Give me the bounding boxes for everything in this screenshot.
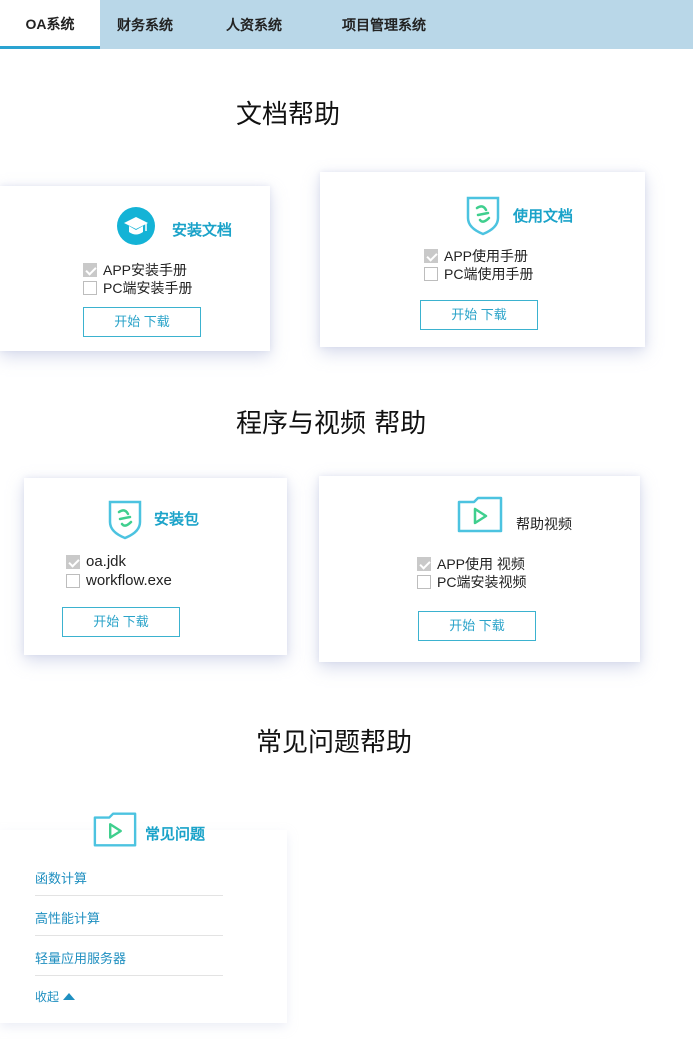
checkbox-checked[interactable] bbox=[66, 554, 80, 569]
option-app-user-manual[interactable]: APP使用手册 bbox=[424, 246, 528, 266]
usage-docs-title: 使用文档 bbox=[513, 208, 574, 225]
tab-finance[interactable]: 财务系统 bbox=[117, 0, 173, 49]
faq-title: 常见问题 bbox=[145, 826, 206, 843]
usage-docs-card: 使用文档 APP使用手册 PC端使用手册 开始 下载 bbox=[320, 172, 645, 347]
option-oa-jdk[interactable]: oa.jdk bbox=[66, 553, 126, 570]
option-label: oa.jdk bbox=[86, 553, 127, 570]
video-folder-icon bbox=[93, 812, 137, 847]
graduation-cap-icon bbox=[117, 207, 155, 245]
faq-item-function-compute[interactable]: 函数计算 bbox=[35, 868, 223, 887]
shield-logo-icon bbox=[108, 500, 142, 540]
faq-item-high-performance-compute[interactable]: 高性能计算 bbox=[35, 908, 223, 927]
checkbox[interactable] bbox=[424, 267, 438, 281]
option-pc-install-video[interactable]: PC端安装视频 bbox=[417, 572, 526, 592]
option-label: workflow.exe bbox=[86, 572, 172, 589]
divider bbox=[35, 895, 223, 896]
section-title-programs: 程序与视频 帮助 bbox=[236, 409, 427, 439]
install-docs-title: 安装文档 bbox=[172, 222, 233, 239]
option-label: PC端安装视频 bbox=[437, 574, 527, 590]
collapse-link[interactable]: 收起 bbox=[35, 988, 76, 1005]
tab-oa[interactable]: OA系统 bbox=[0, 0, 100, 49]
checkbox-checked[interactable] bbox=[83, 263, 97, 277]
section-title-faq: 常见问题帮助 bbox=[256, 728, 413, 758]
packages-title: 安装包 bbox=[154, 511, 200, 528]
start-download-button[interactable]: 开始 下载 bbox=[62, 607, 180, 637]
caret-up-icon bbox=[63, 993, 76, 1000]
divider bbox=[35, 935, 223, 936]
top-tab-bar: OA系统 财务系统 人资系统 项目管理系统 bbox=[0, 0, 693, 49]
collapse-label: 收起 bbox=[35, 990, 60, 1004]
option-label: APP使用 视频 bbox=[437, 556, 525, 572]
install-docs-card: 安装文档 APP安装手册 PC端安装手册 开始 下载 bbox=[0, 186, 270, 351]
shield-logo-icon bbox=[466, 196, 500, 236]
section-title-docs: 文档帮助 bbox=[236, 100, 341, 130]
checkbox-checked[interactable] bbox=[417, 557, 431, 571]
faq-item-lightweight-app-server[interactable]: 轻量应用服务器 bbox=[35, 948, 223, 967]
videos-card: 帮助视频 APP使用 视频 PC端安装视频 开始 下载 bbox=[319, 476, 640, 662]
packages-card: 安装包 oa.jdk workflow.exe 开始 下载 bbox=[24, 478, 287, 655]
option-label: APP使用手册 bbox=[444, 248, 529, 264]
video-folder-icon bbox=[457, 496, 503, 533]
option-workflow-exe[interactable]: workflow.exe bbox=[66, 572, 172, 589]
option-pc-install-manual[interactable]: PC端安装手册 bbox=[83, 278, 192, 298]
option-label: PC端使用手册 bbox=[444, 266, 534, 282]
option-label: APP安装手册 bbox=[103, 262, 188, 278]
option-label: PC端安装手册 bbox=[103, 280, 193, 296]
option-pc-user-manual[interactable]: PC端使用手册 bbox=[424, 264, 533, 284]
checkbox[interactable] bbox=[66, 573, 80, 588]
start-download-button[interactable]: 开始 下载 bbox=[83, 307, 201, 337]
videos-title: 帮助视频 bbox=[516, 516, 572, 532]
checkbox[interactable] bbox=[417, 575, 431, 589]
option-app-usage-video[interactable]: APP使用 视频 bbox=[417, 554, 525, 574]
tab-project-management[interactable]: 项目管理系统 bbox=[342, 0, 426, 49]
start-download-button[interactable]: 开始 下载 bbox=[418, 611, 536, 641]
checkbox-checked[interactable] bbox=[424, 249, 438, 263]
tab-hr[interactable]: 人资系统 bbox=[226, 0, 282, 49]
checkbox[interactable] bbox=[83, 281, 97, 295]
option-app-install-manual[interactable]: APP安装手册 bbox=[83, 260, 187, 280]
divider bbox=[35, 975, 223, 976]
start-download-button[interactable]: 开始 下载 bbox=[420, 300, 538, 330]
